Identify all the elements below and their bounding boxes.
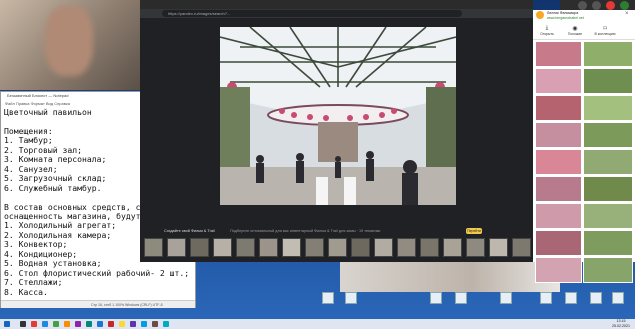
similar-action-label: Похожие <box>567 32 583 36</box>
notepad-line: 8. Касса. <box>4 286 48 297</box>
related-image-thumb[interactable] <box>489 238 508 257</box>
taskbar-app-icon[interactable] <box>86 321 92 327</box>
download-icon: ⤓ <box>545 25 549 31</box>
similar-image-thumb[interactable] <box>583 41 633 67</box>
related-images-strip <box>140 238 533 259</box>
similar-action[interactable]: ◉ Похожие <box>563 25 587 36</box>
desktop-file-icon[interactable] <box>455 292 467 304</box>
similar-image-thumb[interactable] <box>583 257 633 283</box>
browser-window: https://yandex.ru/images/search?... Созд… <box>140 0 533 262</box>
panel-header: Лиллик Фальмасра www.bergamotrabel.net ×… <box>533 10 635 40</box>
related-image-thumb[interactable] <box>374 238 393 257</box>
similar-image-thumb[interactable] <box>535 149 582 175</box>
panel-site-link[interactable]: www.bergamotrabel.net <box>547 16 584 20</box>
taskbar-app-icon[interactable] <box>163 321 169 327</box>
related-image-thumb[interactable] <box>328 238 347 257</box>
similar-image-thumb[interactable] <box>535 230 582 256</box>
desktop-file-icon[interactable] <box>430 292 442 304</box>
second-video-feed <box>340 262 560 292</box>
related-image-thumb[interactable] <box>213 238 232 257</box>
similar-images-grid <box>535 41 633 283</box>
collection-action-label: В коллекцию <box>594 32 616 36</box>
webcam-video <box>0 0 140 90</box>
desktop-file-icon[interactable] <box>540 292 552 304</box>
desktop-file-icon[interactable] <box>322 292 334 304</box>
taskbar-app-icon[interactable] <box>31 321 37 327</box>
taskbar-app-icon[interactable] <box>42 321 48 327</box>
taskbar-app-icon[interactable] <box>141 321 147 327</box>
system-clock[interactable]: 13:15 25.02.2021 <box>608 319 634 329</box>
panel-title: Лиллик Фальмасра <box>547 11 579 15</box>
mic-toggle-icon[interactable] <box>592 1 601 10</box>
promo-banner[interactable]: Создайте свой Фильм & Trail Подберите оп… <box>140 226 533 236</box>
similar-image-thumb[interactable] <box>583 122 633 148</box>
bookmark-icon: ⌑ <box>603 26 607 32</box>
related-image-thumb[interactable] <box>190 238 209 257</box>
taskbar-app-icon[interactable] <box>97 321 103 327</box>
taskbar-app-icon[interactable] <box>130 321 136 327</box>
similar-image-thumb[interactable] <box>535 95 582 121</box>
related-image-thumb[interactable] <box>305 238 324 257</box>
close-icon[interactable]: × <box>625 11 629 17</box>
open-action[interactable]: ⤓ Открыть <box>535 25 559 36</box>
similar-image-thumb[interactable] <box>535 203 582 229</box>
desktop-file-icon[interactable] <box>565 292 577 304</box>
camera-icon: ◉ <box>572 26 578 32</box>
taskbar-app-icon[interactable] <box>53 321 59 327</box>
share-screen-icon[interactable] <box>620 1 629 10</box>
participant-face <box>45 6 93 76</box>
similar-image-thumb[interactable] <box>583 176 633 202</box>
related-image-thumb[interactable] <box>144 238 163 257</box>
related-image-thumb[interactable] <box>282 238 301 257</box>
similar-image-thumb[interactable] <box>535 257 582 283</box>
desktop-file-icon[interactable] <box>500 292 512 304</box>
collection-action[interactable]: ⌑ В коллекцию <box>593 25 617 36</box>
related-image-thumb[interactable] <box>167 238 186 257</box>
taskbar-app-icon[interactable] <box>20 321 26 327</box>
open-action-label: Открыть <box>540 32 554 36</box>
taskbar-app-icon[interactable] <box>75 321 81 327</box>
video-toggle-icon[interactable] <box>578 1 587 10</box>
clock-date: 25.02.2021 <box>612 324 630 328</box>
similar-image-thumb[interactable] <box>535 41 582 67</box>
taskbar-apps <box>20 319 320 329</box>
related-image-thumb[interactable] <box>512 238 531 257</box>
related-image-thumb[interactable] <box>236 238 255 257</box>
flower-pavilion-photo[interactable] <box>220 27 456 205</box>
image-details-panel: Лиллик Фальмасра www.bergamotrabel.net ×… <box>533 10 635 283</box>
similar-image-thumb[interactable] <box>583 149 633 175</box>
related-image-thumb[interactable] <box>443 238 462 257</box>
desktop-file-icon[interactable] <box>345 292 357 304</box>
related-image-thumb[interactable] <box>466 238 485 257</box>
desktop-file-icon[interactable] <box>612 292 624 304</box>
taskbar-app-icon[interactable] <box>152 321 158 327</box>
address-bar: https://yandex.ru/images/search?... <box>140 9 533 18</box>
notepad-status-bar: Стр 16, стлб 1 100% Windows (CRLF) UTF-8 <box>1 300 195 308</box>
taskbar-app-icon[interactable] <box>119 321 125 327</box>
promo-title: Создайте свой Фильм & Trail <box>164 229 215 233</box>
desktop-file-icon[interactable] <box>590 292 602 304</box>
similar-image-thumb[interactable] <box>583 95 633 121</box>
similar-image-thumb[interactable] <box>535 122 582 148</box>
similar-image-thumb[interactable] <box>535 68 582 94</box>
end-call-icon[interactable] <box>606 1 615 10</box>
taskbar-app-icon[interactable] <box>108 321 114 327</box>
similar-image-thumb[interactable] <box>583 68 633 94</box>
similar-image-thumb[interactable] <box>535 176 582 202</box>
browser-tab-bar[interactable] <box>140 0 533 9</box>
taskbar: 13:15 25.02.2021 <box>0 319 635 329</box>
similar-image-thumb[interactable] <box>583 230 633 256</box>
promo-text: Подберите оптимальный для вас инвентарны… <box>230 229 381 233</box>
taskbar-app-icon[interactable] <box>64 321 70 327</box>
site-favicon-icon <box>536 11 544 19</box>
related-image-thumb[interactable] <box>397 238 416 257</box>
related-image-thumb[interactable] <box>259 238 278 257</box>
url-field[interactable]: https://yandex.ru/images/search?... <box>162 10 462 17</box>
related-image-thumb[interactable] <box>420 238 439 257</box>
related-image-thumb[interactable] <box>351 238 370 257</box>
promo-go-button[interactable]: Перейти <box>466 228 482 234</box>
similar-image-thumb[interactable] <box>583 203 633 229</box>
start-icon[interactable] <box>4 321 10 327</box>
